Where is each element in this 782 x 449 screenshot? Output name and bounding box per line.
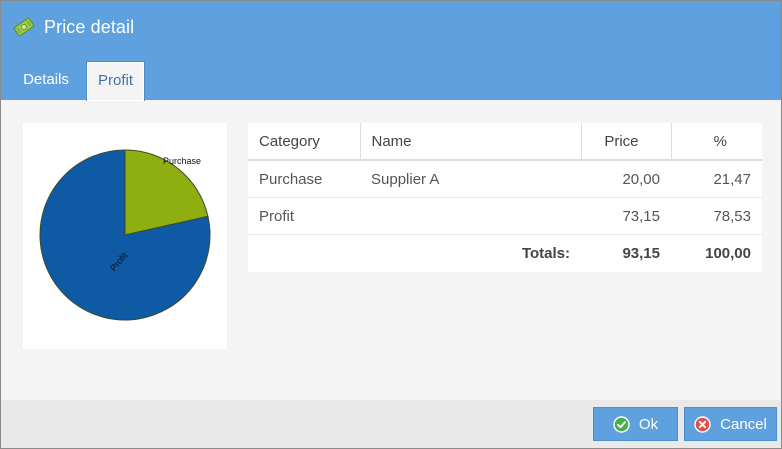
ok-label: Ok: [638, 415, 659, 433]
column-header-name[interactable]: Name: [359, 123, 581, 161]
price-table-panel: Category Name Price % Purchase Supplier …: [248, 123, 762, 272]
dialog-title: Price detail: [44, 16, 135, 37]
ok-button[interactable]: Ok: [593, 407, 678, 441]
tab-label: Details: [23, 71, 69, 88]
cell-name: Supplier A: [360, 160, 581, 198]
table-header-row: Category Name Price %: [248, 123, 762, 161]
cell-price: 20,00: [581, 160, 671, 198]
pie-chart-panel: Purchase Profit: [23, 123, 227, 349]
dialog-header: Price detail Details Profit: [1, 1, 781, 101]
money-icon: [13, 17, 35, 37]
cancel-circle-icon: [694, 415, 711, 433]
tab-profit[interactable]: Profit: [86, 61, 145, 101]
cancel-button[interactable]: Cancel: [684, 407, 777, 441]
cell-price: 73,15: [581, 197, 671, 235]
cell-percent: 78,53: [671, 197, 762, 235]
title-bar: Price detail: [13, 13, 134, 41]
dialog-footer: Ok Cancel: [1, 400, 781, 448]
pie-chart: PurchaseProfit: [39, 149, 211, 321]
cell-category: Profit: [248, 197, 360, 235]
cell-percent: 21,47: [671, 160, 762, 198]
price-detail-dialog: Price detail Details Profit Purchase Prof…: [0, 0, 782, 449]
totals-label: Totals:: [521, 244, 570, 262]
totals-percent: 100,00: [705, 244, 751, 262]
tab-label: Profit: [97, 72, 133, 89]
cancel-label: Cancel: [720, 415, 767, 433]
column-header-percent[interactable]: %: [670, 123, 762, 161]
table-row[interactable]: Profit 73,15 78,53: [248, 197, 762, 235]
pie-label-purchase: Purchase: [163, 156, 201, 166]
price-table: Category Name Price % Purchase Supplier …: [248, 123, 762, 271]
totals-row: Totals: 93,15 100,00: [248, 235, 762, 272]
tab-details[interactable]: Details: [11, 61, 81, 99]
cell-name: [360, 197, 581, 235]
column-header-price[interactable]: Price: [580, 123, 671, 161]
column-header-category[interactable]: Category: [248, 123, 360, 161]
table-row[interactable]: Purchase Supplier A 20,00 21,47: [248, 160, 762, 198]
totals-price: 93,15: [622, 244, 660, 262]
check-circle-icon: [613, 415, 630, 433]
cell-category: Purchase: [248, 160, 360, 198]
